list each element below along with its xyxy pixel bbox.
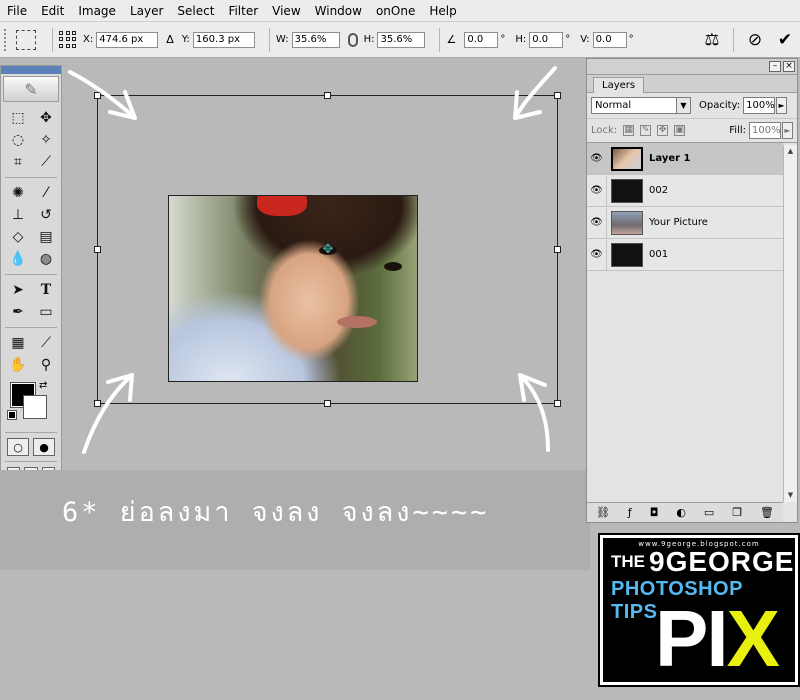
- scroll-up-icon[interactable]: ▲: [784, 145, 797, 158]
- add-mask-icon[interactable]: ◘: [650, 506, 659, 519]
- 9george-logo: www.9george.blogspot.com THE 9GEORGE PHO…: [598, 533, 800, 687]
- visibility-eye-icon[interactable]: 👁: [587, 239, 607, 270]
- layer-name: 001: [649, 249, 669, 260]
- minimize-icon[interactable]: –: [769, 61, 781, 72]
- fill-slider-icon[interactable]: ►: [782, 122, 793, 139]
- close-icon[interactable]: ×: [783, 61, 795, 72]
- logo-pix: PIX: [655, 594, 780, 684]
- blend-mode-select[interactable]: Normal ▼: [591, 97, 691, 114]
- trash-icon[interactable]: 🗑: [760, 506, 774, 519]
- visibility-eye-icon[interactable]: 👁: [587, 207, 607, 238]
- arrow-bottom-left: [82, 373, 134, 454]
- link-layers-icon[interactable]: ⛓: [596, 506, 610, 519]
- layer-thumbnail: [611, 242, 643, 267]
- logo-x: X: [726, 594, 780, 683]
- logo-the: THE: [611, 552, 645, 571]
- tab-layers[interactable]: Layers: [593, 77, 645, 93]
- arrow-top-left: [68, 70, 137, 120]
- visibility-eye-icon[interactable]: 👁: [587, 175, 607, 206]
- scroll-down-icon[interactable]: ▼: [784, 489, 797, 502]
- lock-pixels-icon[interactable]: ✎: [640, 125, 652, 136]
- arrow-bottom-right: [518, 373, 550, 452]
- opacity-field[interactable]: 100%: [743, 97, 776, 114]
- lock-transparency-icon[interactable]: ▦: [623, 125, 635, 136]
- fill-label: Fill:: [729, 125, 746, 136]
- layer-thumbnail: [611, 178, 643, 203]
- visibility-eye-icon[interactable]: 👁: [587, 143, 607, 174]
- logo-pi: PI: [655, 594, 729, 683]
- layer-row[interactable]: 👁 Layer 1: [587, 143, 783, 175]
- layer-thumbnail: [611, 146, 643, 171]
- layer-name: Layer 1: [649, 153, 691, 164]
- adjustment-layer-icon[interactable]: ◐: [676, 506, 686, 519]
- fill-field[interactable]: 100%: [749, 122, 781, 139]
- new-group-icon[interactable]: ▭: [704, 506, 714, 519]
- opacity-slider-icon[interactable]: ►: [776, 97, 788, 114]
- layer-name: 002: [649, 185, 669, 196]
- layer-row[interactable]: 👁 Your Picture: [587, 207, 783, 239]
- layer-row[interactable]: 👁 001: [587, 239, 783, 271]
- lock-position-icon[interactable]: ✥: [657, 125, 669, 136]
- layers-panel-footer: ⛓ ƒ ◘ ◐ ▭ ❐ 🗑: [587, 502, 783, 522]
- logo-brand: 9GEORGE: [649, 546, 795, 577]
- lock-label: Lock:: [591, 125, 618, 136]
- new-layer-icon[interactable]: ❐: [732, 506, 742, 519]
- blend-mode-value: Normal: [595, 100, 632, 111]
- layers-scrollbar[interactable]: ▲ ▼: [783, 145, 797, 502]
- layers-panel: – × Layers Normal ▼ Opacity: 100% ► Lock…: [586, 58, 798, 523]
- layer-thumbnail: [611, 210, 643, 235]
- opacity-label: Opacity:: [699, 100, 741, 111]
- layer-row[interactable]: 👁 002: [587, 175, 783, 207]
- layer-name: Your Picture: [649, 217, 708, 228]
- layer-style-icon[interactable]: ƒ: [628, 506, 632, 519]
- lock-all-icon[interactable]: ▣: [674, 125, 686, 136]
- instruction-caption: 6* ย่อลงมา จงลง จงลง~~~~: [62, 497, 490, 528]
- chevron-down-icon: ▼: [676, 98, 690, 113]
- layers-panel-titlebar[interactable]: – ×: [587, 59, 797, 75]
- arrow-top-right: [513, 66, 557, 120]
